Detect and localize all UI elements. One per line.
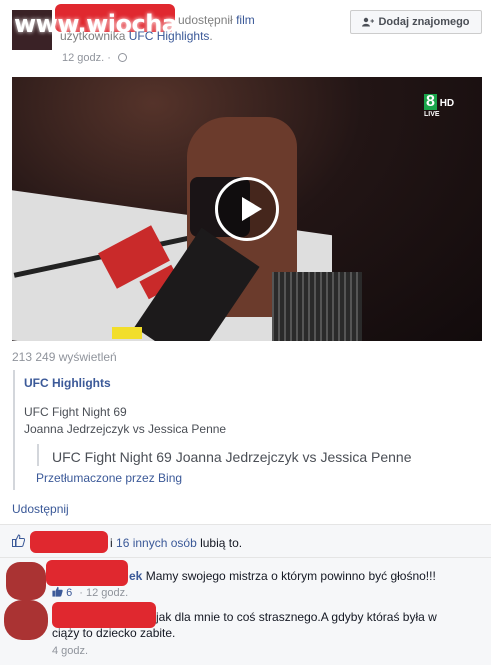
others-link[interactable]: 16 innych osób — [116, 536, 197, 550]
play-icon[interactable] — [215, 177, 279, 241]
time-separator: · — [107, 52, 111, 64]
likes-prefix: i — [110, 536, 113, 550]
comment-text: jak dla mnie to coś strasznego.A gdyby k… — [52, 610, 437, 640]
channel-live: LIVE — [424, 111, 440, 118]
shared-description-line1: UFC Fight Night 69 — [24, 405, 127, 419]
mat-marker — [112, 327, 142, 339]
subject-suffix: . — [209, 29, 213, 43]
cage-fence — [272, 272, 362, 341]
post-header-text: udostępnił film użytkownika UFC Highligh… — [60, 12, 340, 44]
likes-suffix: lubią to. — [200, 536, 243, 550]
share-link[interactable]: Udostępnij — [12, 502, 69, 516]
comment-time[interactable]: 4 godz. — [52, 645, 88, 657]
channel-number: 8 — [424, 93, 437, 110]
translated-by-link[interactable]: Przetłumaczone przez Bing — [36, 471, 182, 485]
add-person-icon — [362, 17, 375, 27]
comment-like-icon[interactable] — [52, 586, 63, 597]
comment-time[interactable]: 12 godz. — [86, 587, 128, 599]
redacted-commenter-name — [46, 560, 128, 586]
shared-verb: udostępnił — [178, 13, 233, 27]
add-friend-button[interactable]: Dodaj znajomego — [350, 10, 482, 34]
comment-text: Mamy swojego mistrza o którym powinno by… — [145, 569, 436, 583]
channel-logo: 8 HD LIVE — [424, 94, 454, 118]
page-name-link[interactable]: UFC Highlights — [129, 29, 210, 43]
view-count: 213 249 wyświetleń — [12, 350, 117, 364]
likes-summary: i 16 innych osób lubią to. — [30, 536, 242, 550]
post-timestamp[interactable]: 12 godz. · — [62, 52, 127, 64]
comment-item: ek Mamy swojego mistrza o którym powinno… — [129, 568, 436, 584]
thumbs-up-icon — [12, 534, 25, 547]
comment-avatar[interactable] — [4, 600, 48, 640]
comment-item: jak dla mnie to coś strasznego.A gdyby k… — [52, 609, 452, 641]
shared-description-line2: Joanna Jedrzejczyk vs Jessica Penne — [24, 422, 227, 436]
translation-text: UFC Fight Night 69 Joanna Jedrzejczyk vs… — [52, 449, 412, 465]
comment-like-count[interactable]: 6 — [66, 587, 72, 599]
commenter-name-tail[interactable]: ek — [129, 569, 142, 583]
shared-page-title[interactable]: UFC Highlights — [24, 376, 111, 390]
globe-icon — [118, 53, 127, 62]
comment-separator: · — [79, 587, 83, 599]
shared-description: UFC Fight Night 69 Joanna Jedrzejczyk vs… — [24, 404, 226, 438]
add-friend-label: Dodaj znajomego — [378, 16, 470, 28]
comment-avatar[interactable] — [6, 562, 46, 600]
comment-meta: 6 · 12 godz. — [52, 586, 128, 599]
post-time[interactable]: 12 godz. — [62, 52, 104, 64]
channel-badge: HD — [439, 98, 455, 109]
subject-prefix: użytkownika — [60, 29, 126, 43]
video-player[interactable]: 8 HD LIVE — [12, 77, 482, 341]
comments-divider — [0, 557, 491, 558]
film-link[interactable]: film — [236, 13, 255, 27]
